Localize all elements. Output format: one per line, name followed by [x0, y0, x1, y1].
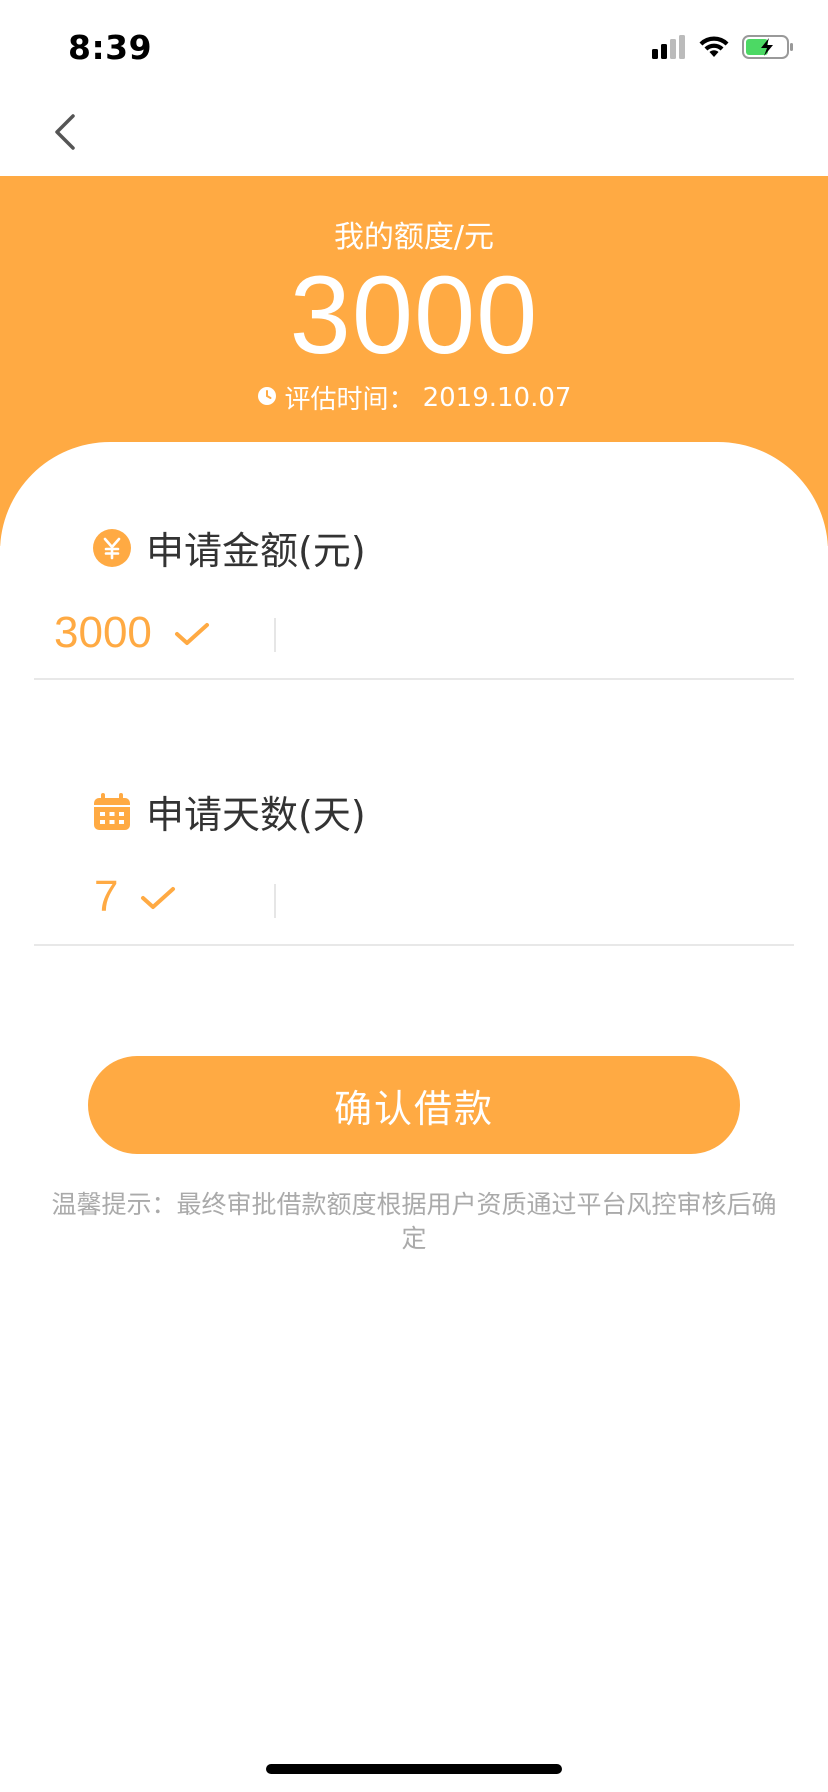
amount-field: 申请金额(元) 3000	[34, 442, 794, 682]
yuan-coin-icon	[92, 528, 132, 568]
evaluation-time-label: 评估时间：	[284, 385, 415, 415]
calendar-icon	[92, 792, 132, 832]
credit-limit-amount: 3000	[289, 254, 539, 377]
checkmark-icon	[140, 872, 176, 922]
amount-value: 3000	[54, 608, 152, 657]
days-value-select[interactable]: 7	[94, 872, 176, 922]
wifi-icon	[698, 35, 730, 63]
chevron-left-icon	[51, 112, 79, 156]
home-indicator[interactable]	[266, 1764, 562, 1774]
back-button[interactable]	[40, 106, 90, 162]
status-bar: 8:39	[0, 0, 828, 100]
amount-value-select[interactable]: 3000	[54, 608, 210, 658]
days-field: 申请天数(天) 7	[34, 708, 794, 948]
cellular-signal-icon	[652, 35, 686, 63]
battery-charging-icon	[742, 34, 794, 64]
status-icons	[652, 34, 794, 64]
status-time: 8:39	[68, 28, 153, 67]
days-value-divider	[274, 884, 276, 918]
amount-value-divider	[274, 618, 276, 652]
days-value: 7	[94, 872, 119, 921]
nav-bar	[0, 100, 828, 176]
evaluation-time: 评估时间： 2019.10.07	[0, 379, 828, 416]
days-field-underline	[34, 944, 794, 946]
days-field-title: 申请天数(天)	[92, 784, 366, 839]
clock-icon	[257, 383, 277, 413]
evaluation-time-value: 2019.10.07	[422, 382, 572, 413]
confirm-loan-button[interactable]: 确认借款	[88, 1056, 740, 1154]
amount-field-title: 申请金额(元)	[92, 520, 366, 575]
checkmark-icon	[174, 608, 210, 658]
days-field-label: 申请天数(天)	[146, 793, 366, 837]
amount-field-label: 申请金额(元)	[146, 529, 366, 573]
amount-field-underline	[34, 678, 794, 680]
credit-limit-label: 我的额度/元	[333, 220, 495, 255]
warm-tip-text: 温馨提示：最终审批借款额度根据用户资质通过平台风控审核后确定	[51, 1190, 777, 1253]
